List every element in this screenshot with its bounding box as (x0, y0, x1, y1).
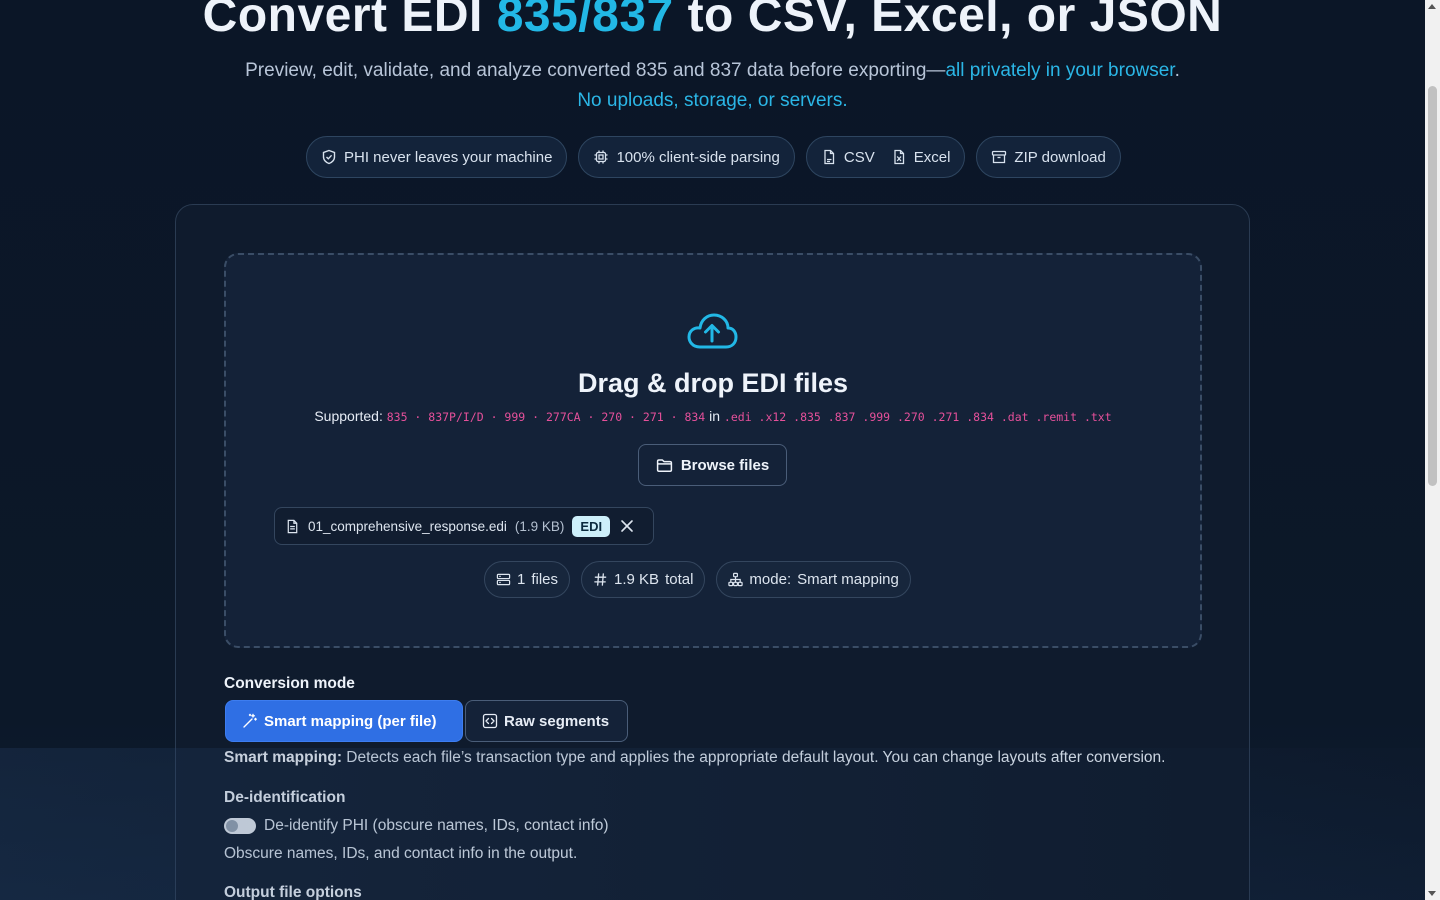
pill-formats: CSV Excel (805, 136, 966, 178)
stat-label: files (531, 571, 559, 588)
pill-zip: ZIP download (976, 136, 1121, 178)
pill-label-csv: CSV (843, 148, 875, 166)
raw-segments-button[interactable]: Raw segments (465, 700, 628, 742)
stat-label: Smart mapping (797, 571, 899, 588)
deidentification-heading: De-identification (224, 789, 346, 806)
browse-files-button[interactable]: Browse files (638, 444, 787, 486)
file-size: (1.9 KB) (514, 518, 565, 534)
scroll-up-icon[interactable] (1428, 4, 1436, 9)
pill-label: ZIP download (1014, 148, 1106, 166)
conversion-mode-description: Smart mapping: Detects each file’s trans… (224, 749, 1165, 767)
stat-file-count: 1 files (484, 561, 571, 598)
pill-client-side: 100% client-side parsing (578, 136, 795, 178)
dropzone-title: Drag & drop EDI files (577, 368, 849, 398)
cpu-chip-icon (594, 150, 608, 164)
browse-files-label: Browse files (680, 456, 770, 474)
file-type-badge: EDI (572, 515, 611, 537)
pill-phi: PHI never leaves your machine (306, 136, 568, 178)
supported-label: Supported: (314, 408, 383, 424)
page: Convert EDI 835/837 to CSV, Excel, or JS… (0, 0, 1425, 900)
conversion-mode-heading: Conversion mode (224, 675, 355, 692)
stat-mode: mode: Smart mapping (716, 561, 911, 598)
stack-icon (496, 573, 511, 586)
deidentify-toggle[interactable] (224, 818, 256, 834)
title-text: Convert EDI (202, 0, 497, 42)
description-text: Detects each file’s transaction type and… (341, 749, 1166, 766)
file-extensions: .edi .x12 .835 .837 .999 .270 .271 .834 … (723, 410, 1112, 424)
description-bold: Smart mapping: (224, 749, 342, 766)
remove-file-icon[interactable] (620, 519, 634, 533)
page-title: Convert EDI 835/837 to CSV, Excel, or JS… (0, 0, 1425, 43)
subtitle: Preview, edit, validate, and analyze con… (0, 56, 1425, 116)
excel-file-icon (894, 149, 904, 165)
selected-file-chip: 01_comprehensive_response.edi (1.9 KB) E… (274, 507, 654, 545)
stat-value: mode: (749, 571, 792, 588)
cloud-upload-icon (687, 313, 738, 349)
code-icon (482, 713, 498, 729)
vertical-scrollbar[interactable] (1425, 0, 1440, 900)
archive-box-icon (992, 150, 1007, 164)
raw-segments-label: Raw segments (504, 712, 610, 730)
supported-formats: Supported: 835 · 837P/I/D · 999 · 277CA … (224, 408, 1202, 424)
scroll-down-icon[interactable] (1428, 891, 1436, 896)
stat-total-size: 1.9 KB total (581, 561, 706, 598)
magic-wand-icon (243, 713, 257, 728)
sitemap-icon (728, 572, 744, 587)
pill-label: PHI never leaves your machine (344, 148, 553, 166)
pill-label-excel: Excel (913, 148, 951, 166)
deidentify-toggle-label[interactable]: De-identify PHI (obscure names, IDs, con… (264, 817, 609, 835)
title-text-end: to CSV, Excel, or JSON (673, 0, 1223, 42)
stat-value: 1 (517, 571, 526, 588)
stat-label: total (665, 571, 694, 588)
title-accent: 835/837 (496, 0, 674, 42)
subtitle-accent: all privately in your browser (945, 60, 1175, 81)
file-icon (824, 149, 835, 165)
output-options-heading: Output file options (224, 884, 362, 900)
upload-stats: 1 files 1.9 KB total mode: Smart mapping (484, 561, 911, 598)
feature-pills: PHI never leaves your machine 100% clien… (306, 136, 1121, 178)
subtitle-period: . (1174, 60, 1180, 81)
scrollbar-thumb[interactable] (1428, 86, 1437, 486)
subtitle-text: Preview, edit, validate, and analyze con… (245, 60, 946, 81)
subtitle-accent-line2: No uploads, storage, or servers. (577, 90, 848, 111)
smart-mapping-button[interactable]: Smart mapping (per file) (225, 700, 463, 742)
document-icon (287, 519, 298, 533)
stat-value: 1.9 KB (614, 571, 660, 588)
conversion-mode-toggle: Smart mapping (per file) Raw segments (225, 700, 628, 742)
deidentify-help-text: Obscure names, IDs, and contact info in … (224, 845, 578, 862)
pill-label: 100% client-side parsing (616, 148, 780, 166)
folder-icon (656, 458, 672, 472)
hash-icon (594, 573, 607, 586)
transaction-types: 835 · 837P/I/D · 999 · 277CA · 270 · 271… (386, 410, 706, 424)
shield-check-icon (322, 149, 336, 165)
file-name: 01_comprehensive_response.edi (308, 518, 507, 534)
smart-mapping-label: Smart mapping (per file) (264, 712, 437, 730)
supported-in: in (709, 408, 721, 424)
